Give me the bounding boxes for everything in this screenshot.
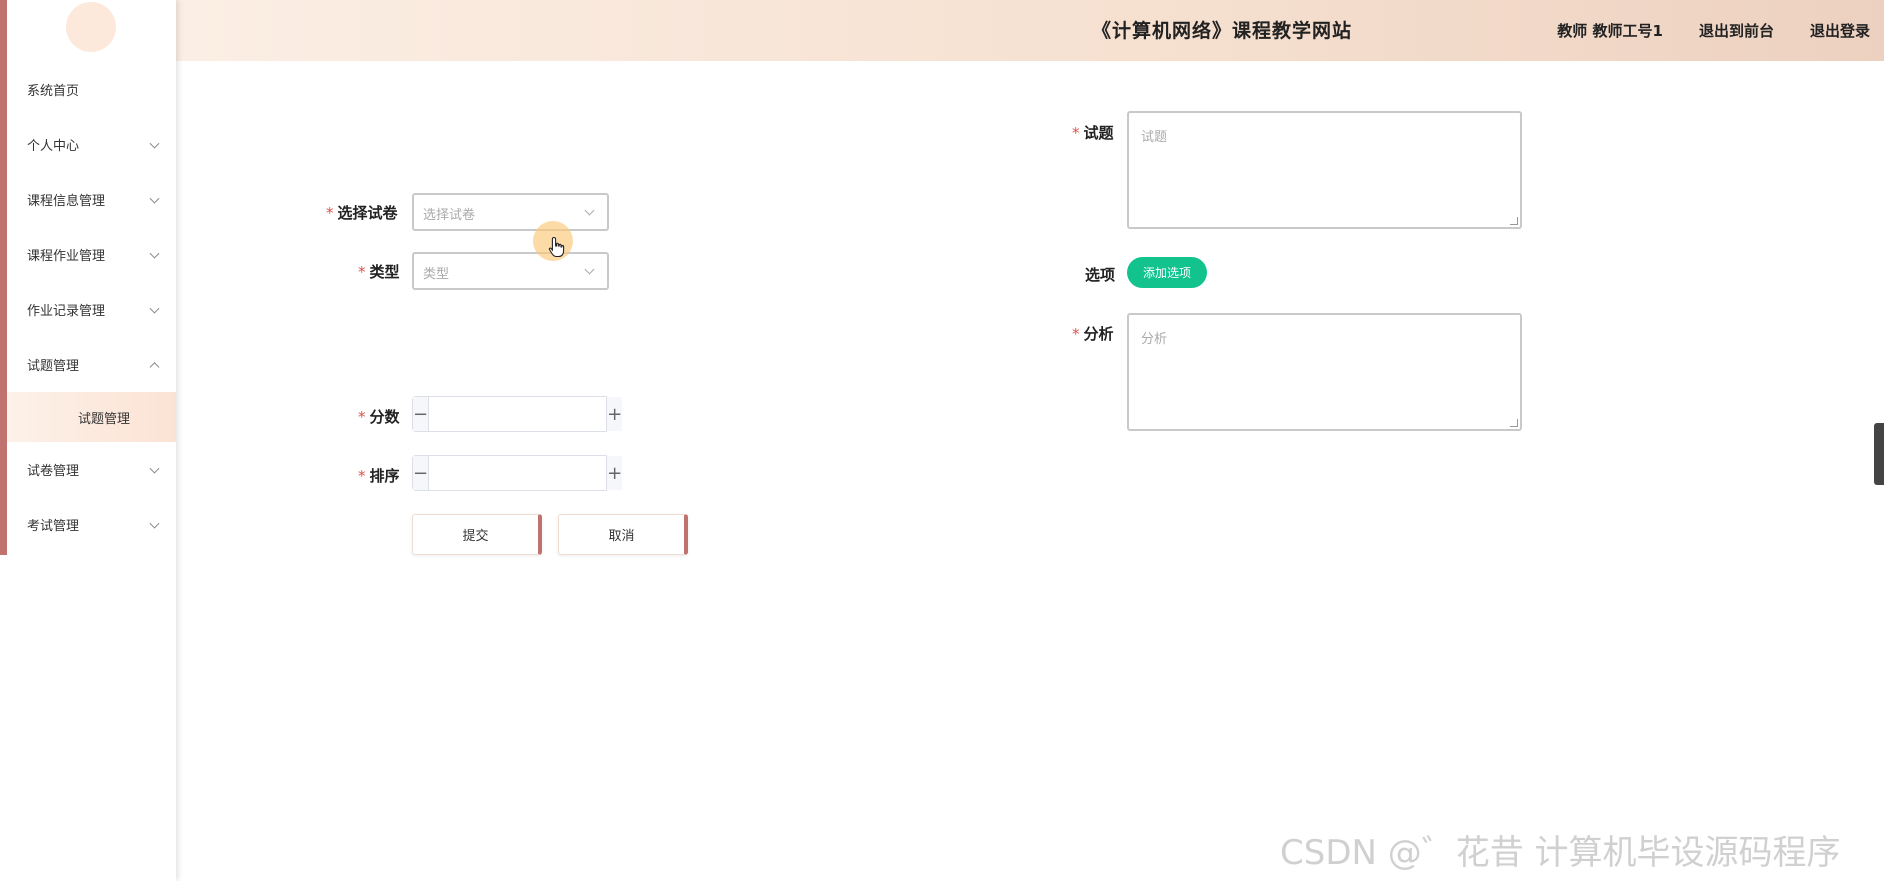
paper-select-placeholder: 选择试卷 (423, 208, 476, 223)
submit-button[interactable]: 提交 (412, 514, 542, 555)
chevron-down-icon (149, 463, 160, 474)
paper-select[interactable]: 选择试卷 (412, 193, 609, 231)
sidebar-item-label: 个人中心 (27, 139, 80, 154)
score-decrement-button[interactable]: − (413, 397, 430, 431)
order-input[interactable] (429, 456, 607, 490)
watermark: CSDN @゛花昔 计算机毕设源码程序 (1280, 833, 1841, 873)
sidebar-item-homework-records[interactable]: 作业记录管理 (7, 282, 176, 337)
sidebar-item-label: 课程作业管理 (27, 249, 106, 264)
user-info-link[interactable]: 教师 教师工号1 (1557, 20, 1663, 41)
sidebar-subitem-questions-manage[interactable]: 试题管理 (7, 392, 176, 442)
sidebar-accent-bar (0, 0, 7, 555)
sidebar-item-label: 系统首页 (27, 84, 80, 99)
chevron-down-icon (584, 205, 595, 216)
sidebar-item-questions[interactable]: 试题管理 (7, 337, 176, 392)
order-decrement-button[interactable]: − (413, 456, 430, 490)
question-label: * 试题 (1072, 124, 1114, 142)
sidebar-item-personal-center[interactable]: 个人中心 (7, 117, 176, 172)
sidebar: 系统首页 个人中心 课程信息管理 课程作业管理 作业记录管理 试题管理 试题管理… (0, 0, 176, 881)
chevron-down-icon (149, 248, 160, 259)
sidebar-item-label: 作业记录管理 (27, 304, 106, 319)
analysis-textarea[interactable]: 分析 (1127, 313, 1522, 431)
required-mark: * (1072, 325, 1080, 343)
required-mark: * (358, 467, 366, 485)
resize-handle-icon[interactable] (1510, 217, 1518, 225)
question-placeholder: 试题 (1141, 130, 1168, 145)
sidebar-item-papers[interactable]: 试卷管理 (7, 442, 176, 497)
chevron-down-icon (149, 193, 160, 204)
paper-label: * 选择试卷 (326, 204, 398, 222)
sidebar-item-label: 课程信息管理 (27, 194, 106, 209)
resize-handle-icon[interactable] (1510, 419, 1518, 427)
order-increment-button[interactable]: + (606, 456, 623, 490)
top-header: 《计算机网络》课程教学网站 教师 教师工号1 退出到前台 退出登录 (176, 0, 1884, 61)
score-label: * 分数 (358, 408, 400, 426)
analysis-placeholder: 分析 (1141, 332, 1168, 347)
sidebar-item-exams[interactable]: 考试管理 (7, 497, 176, 552)
hand-pointer-icon (548, 236, 565, 258)
sidebar-subitem-label: 试题管理 (78, 411, 131, 427)
required-mark: * (358, 408, 366, 426)
chevron-down-icon (149, 303, 160, 314)
sidebar-item-course-homework[interactable]: 课程作业管理 (7, 227, 176, 282)
required-mark: * (1072, 124, 1080, 142)
chevron-down-icon (149, 518, 160, 529)
sidebar-item-label: 考试管理 (27, 519, 80, 534)
back-to-front-link[interactable]: 退出到前台 (1699, 20, 1774, 41)
cancel-button[interactable]: 取消 (558, 514, 688, 555)
score-increment-button[interactable]: + (606, 397, 623, 431)
options-label: 选项 (1085, 266, 1116, 284)
site-title: 《计算机网络》课程教学网站 (1092, 20, 1353, 42)
chevron-down-icon (149, 138, 160, 149)
score-stepper[interactable]: − + (412, 396, 623, 432)
required-mark: * (326, 204, 334, 222)
chevron-up-icon (149, 361, 160, 372)
type-select[interactable]: 类型 (412, 252, 609, 290)
sidebar-item-home[interactable]: 系统首页 (7, 62, 176, 117)
chevron-down-icon (584, 264, 595, 275)
type-select-placeholder: 类型 (423, 267, 450, 282)
order-label: * 排序 (358, 467, 400, 485)
scroll-handle[interactable] (1874, 423, 1884, 485)
logout-link[interactable]: 退出登录 (1810, 20, 1870, 41)
analysis-label: * 分析 (1072, 325, 1114, 343)
sidebar-item-label: 试卷管理 (27, 464, 80, 479)
type-label: * 类型 (358, 263, 400, 281)
sidebar-item-label: 试题管理 (27, 359, 80, 374)
required-mark: * (358, 263, 366, 281)
add-option-button[interactable]: 添加选项 (1127, 257, 1207, 288)
sidebar-menu: 系统首页 个人中心 课程信息管理 课程作业管理 作业记录管理 试题管理 试题管理… (7, 62, 176, 552)
avatar[interactable] (66, 2, 116, 52)
score-input[interactable] (429, 397, 607, 431)
order-stepper[interactable]: − + (412, 455, 623, 491)
header-links: 教师 教师工号1 退出到前台 退出登录 (1557, 20, 1870, 41)
question-textarea[interactable]: 试题 (1127, 111, 1522, 229)
sidebar-item-course-info[interactable]: 课程信息管理 (7, 172, 176, 227)
